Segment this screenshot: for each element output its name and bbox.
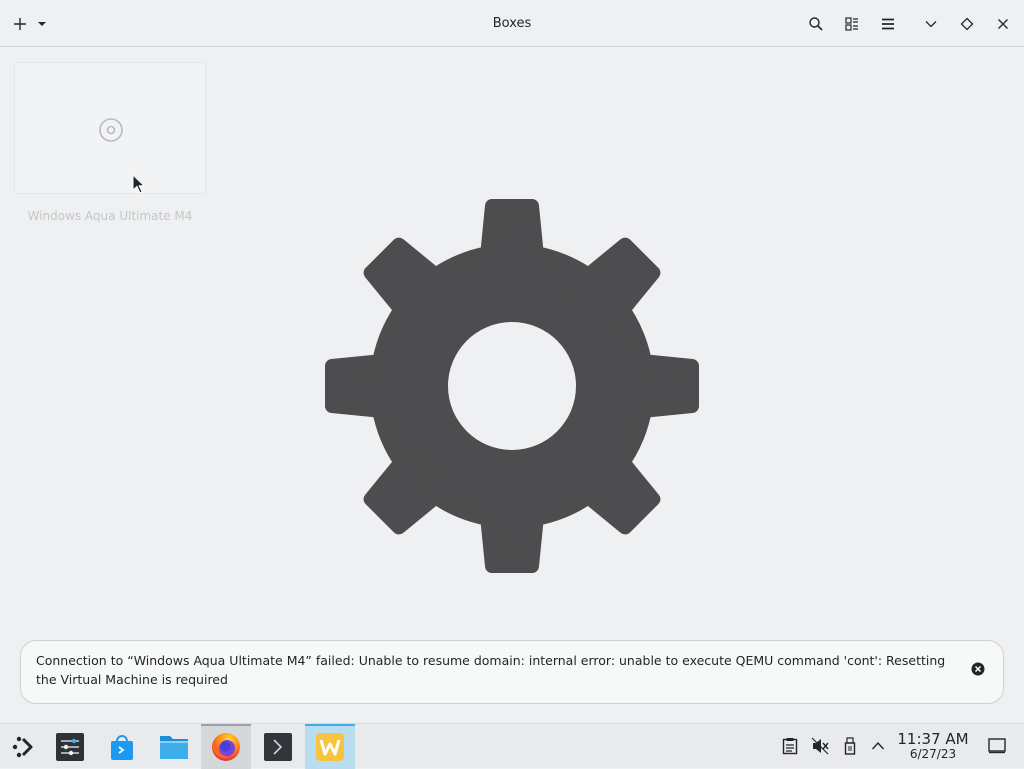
taskbar [0,723,1024,769]
chevron-down-icon [38,22,46,26]
taskbar-app-system-settings[interactable] [46,724,94,769]
usb-device-icon [844,737,856,755]
list-view-icon [845,17,858,31]
taskbar-app-files[interactable] [150,724,198,769]
search-button[interactable] [806,12,826,36]
clipboard-icon [782,738,798,755]
maximize-icon [960,17,974,31]
application-launcher[interactable] [4,724,40,769]
close-button[interactable] [994,12,1012,36]
taskbar-app-boxes[interactable] [305,724,355,769]
discover-store-icon [111,734,133,760]
close-circle-icon[interactable] [971,662,985,676]
search-icon [809,17,823,31]
minimize-button[interactable] [922,12,940,36]
volume-muted-icon [811,737,829,755]
disc-icon [99,118,123,142]
window-title: Boxes [492,16,532,31]
tray-expand-icon [871,741,885,750]
terminal-icon [264,732,292,761]
taskbar-app-firefox[interactable] [201,724,251,769]
clock-date: 6/27/23 [909,747,957,761]
minimize-icon [925,21,937,28]
gear-icon [319,199,705,579]
volume-button[interactable] [809,735,831,757]
clipboard-button[interactable] [779,735,801,757]
folder-icon [160,735,188,759]
digital-clock[interactable]: 11:37 AM 6/27/23 [894,730,972,761]
application-launcher-icon [12,736,33,757]
box-name-label: Windows Aqua Ultimate M4 [27,209,193,223]
notification-message: Connection to “Windows Aqua Ultimate M4”… [36,653,946,687]
boxes-app-icon [316,732,344,761]
tray-expand-button[interactable] [867,735,889,757]
add-menu-button[interactable] [34,12,50,36]
maximize-button[interactable] [958,12,976,36]
header-bar: Boxes [0,0,1024,47]
box-tile[interactable] [14,62,206,194]
taskbar-app-terminal[interactable] [254,724,302,769]
clock-time: 11:37 AM [897,730,969,748]
plus-icon [14,18,26,30]
hamburger-menu-icon [882,18,894,30]
view-mode-button[interactable] [842,12,862,36]
settings-sliders-icon [56,732,84,761]
main-menu-button[interactable] [878,12,898,36]
firefox-icon [212,732,240,761]
error-notification: Connection to “Windows Aqua Ultimate M4”… [20,640,1004,704]
mouse-cursor-icon [132,174,146,194]
add-button[interactable] [12,12,28,36]
show-desktop-button[interactable] [986,735,1008,757]
show-desktop-icon [988,738,1006,754]
taskbar-app-discover[interactable] [98,724,146,769]
usb-device-button[interactable] [839,735,861,757]
close-icon [998,19,1008,29]
